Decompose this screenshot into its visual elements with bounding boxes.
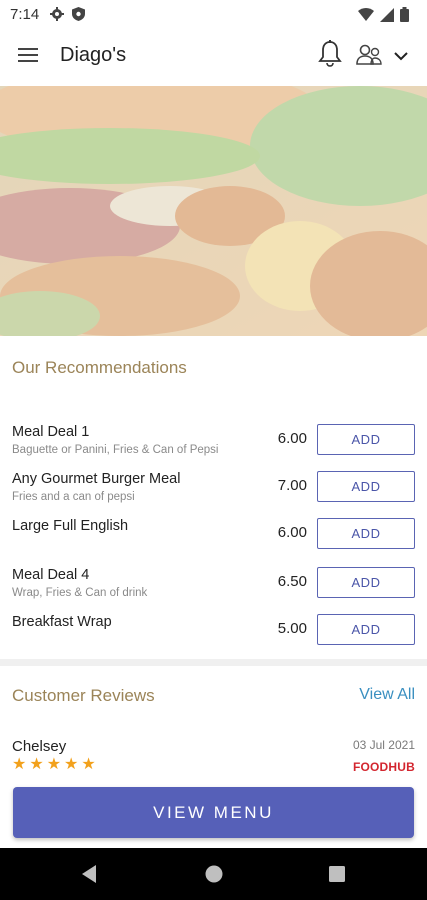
reviews-title: Customer Reviews	[12, 686, 155, 705]
menu-item-description: Wrap, Fries & Can of drink	[12, 587, 148, 599]
foodhub-logo: FOODHUB	[352, 760, 415, 774]
add-button[interactable]: ADD	[317, 424, 415, 455]
menu-item: Meal Deal 4 Wrap, Fries & Can of drink 6…	[0, 559, 427, 605]
back-icon[interactable]	[80, 864, 98, 889]
recommendations-title: Our Recommendations	[12, 358, 187, 377]
bell-icon[interactable]	[318, 40, 344, 70]
menu-item: Breakfast Wrap 5.00 ADD	[0, 606, 427, 652]
recent-apps-icon[interactable]	[328, 865, 346, 888]
signal-icon	[380, 7, 394, 27]
menu-item-name: Breakfast Wrap	[12, 614, 112, 630]
menu-item-name: Meal Deal 1	[12, 424, 90, 440]
home-icon[interactable]	[204, 864, 224, 889]
menu-item: Large Full English 6.00 ADD	[0, 510, 427, 556]
star-icon: ★	[29, 754, 44, 773]
menu-item-price: 6.00	[277, 430, 307, 447]
menu-item-price: 6.50	[277, 573, 307, 590]
status-bar: 7:14	[0, 0, 427, 30]
add-button[interactable]: ADD	[317, 567, 415, 598]
shield-icon	[72, 7, 85, 26]
add-button[interactable]: ADD	[317, 471, 415, 502]
review-date: 03 Jul 2021	[352, 738, 415, 752]
review-item: Chelsey 03 Jul 2021 ★ ★ ★ ★ ★ FOODHUB	[0, 736, 427, 780]
restaurant-title: Diago's	[60, 44, 127, 66]
add-button[interactable]: ADD	[317, 518, 415, 549]
user-icon[interactable]	[356, 44, 384, 68]
menu-item-price: 7.00	[277, 477, 307, 494]
menu-item-description: Fries and a can of pepsi	[12, 491, 135, 503]
hero-food-image	[0, 86, 427, 336]
menu-item-name: Meal Deal 4	[12, 567, 90, 583]
settings-icon	[50, 7, 64, 26]
app-bar: Diago's	[0, 30, 427, 86]
menu-item-name: Large Full English	[12, 518, 129, 534]
view-menu-button[interactable]: VIEW MENU	[13, 787, 414, 838]
menu-item: Any Gourmet Burger Meal Fries and a can …	[0, 463, 427, 509]
star-rating: ★ ★ ★ ★ ★	[12, 756, 96, 772]
star-icon: ★	[46, 754, 62, 773]
menu-item-price: 6.00	[277, 524, 307, 541]
status-time: 7:14	[10, 6, 40, 23]
menu-item-description: Baguette or Panini, Fries & Can of Pepsi	[12, 444, 219, 456]
wifi-icon	[358, 8, 374, 26]
chevron-down-icon[interactable]	[394, 48, 412, 62]
menu-item: Meal Deal 1 Baguette or Panini, Fries & …	[0, 416, 427, 462]
section-divider	[0, 659, 427, 666]
star-icon: ★	[64, 754, 79, 773]
hamburger-menu-icon[interactable]	[18, 46, 42, 68]
battery-icon	[400, 7, 409, 27]
add-button[interactable]: ADD	[317, 614, 415, 645]
system-nav-bar	[0, 848, 427, 900]
view-all-reviews-link[interactable]: View All	[359, 686, 415, 704]
menu-item-price: 5.00	[277, 620, 307, 637]
menu-item-name: Any Gourmet Burger Meal	[12, 471, 181, 487]
star-icon: ★	[12, 754, 27, 773]
reviewer-name: Chelsey	[12, 738, 67, 755]
star-icon: ★	[81, 754, 96, 773]
